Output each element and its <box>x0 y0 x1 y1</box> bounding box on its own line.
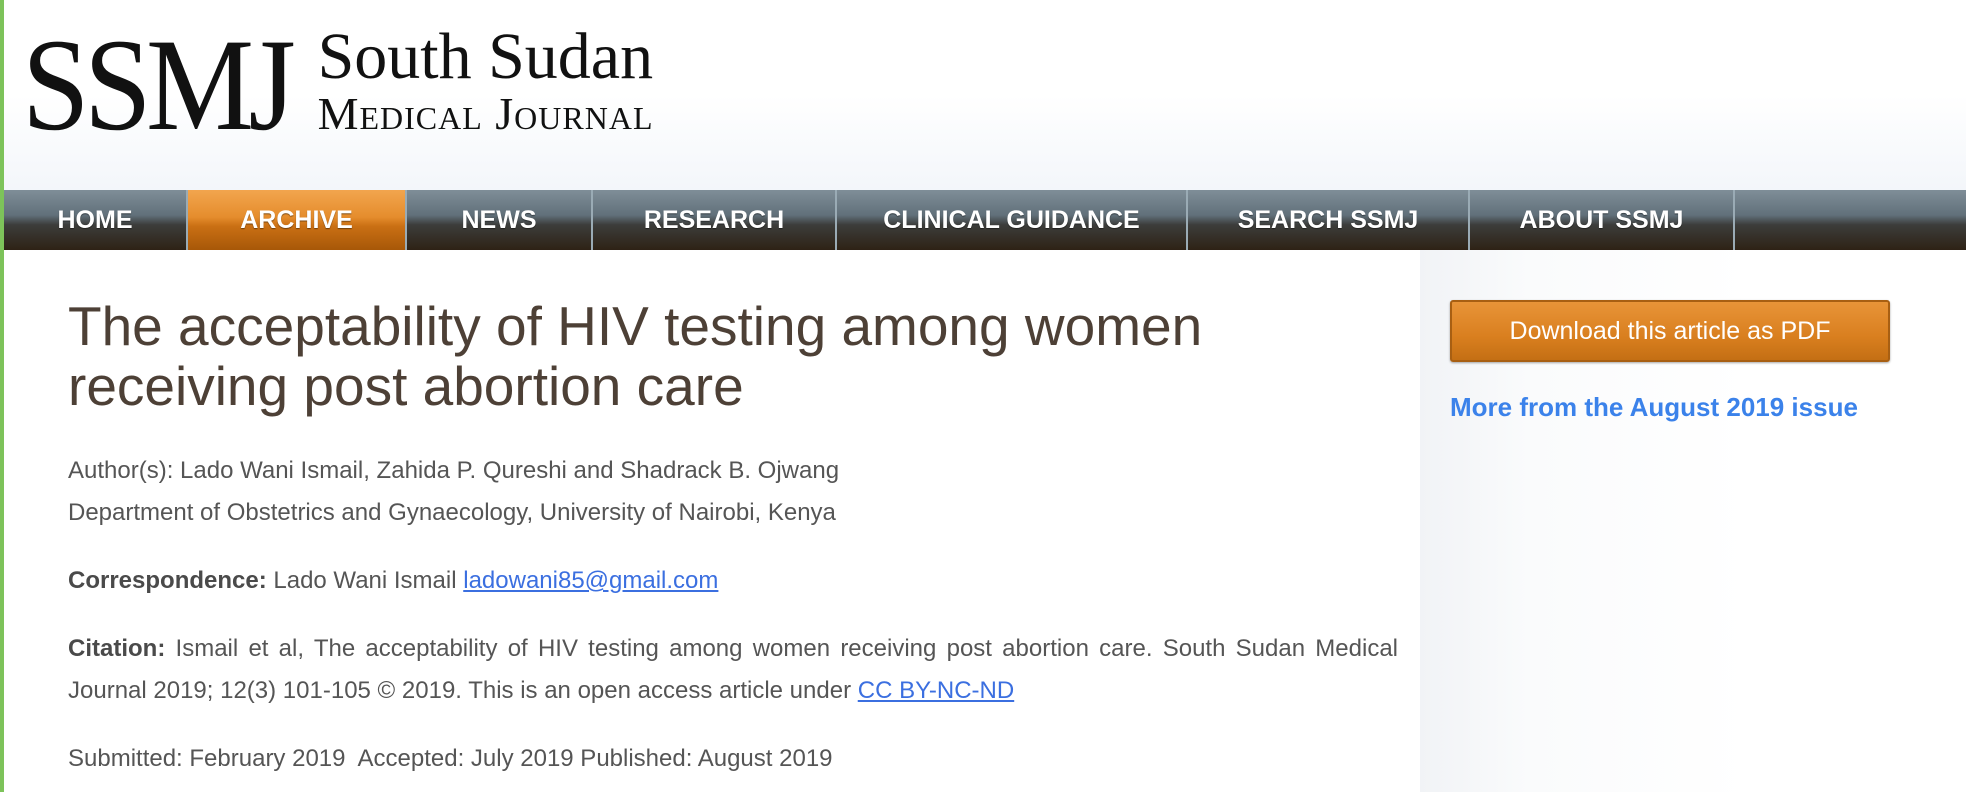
article-citation: Citation: Ismail et al, The acceptabilit… <box>68 628 1398 712</box>
nav-news-label: NEWS <box>461 205 537 234</box>
logo-text: South Sudan Medical Journal <box>317 19 654 139</box>
nav-research[interactable]: RESEARCH <box>593 190 837 250</box>
nav-home-label: HOME <box>57 205 133 234</box>
logo-line-2: Medical Journal <box>317 87 654 139</box>
citation-label: Citation: <box>68 635 166 662</box>
journal-logo[interactable]: SSMJ South Sudan Medical Journal <box>22 10 654 160</box>
nav-about-ssmj[interactable]: ABOUT SSMJ <box>1470 190 1735 250</box>
more-from-issue-link[interactable]: More from the August 2019 issue <box>1450 392 1858 423</box>
nav-home[interactable]: HOME <box>4 190 188 250</box>
main-nav: HOME ARCHIVE NEWS RESEARCH CLINICAL GUID… <box>4 190 1966 250</box>
article-authors: Author(s): Lado Wani Ismail, Zahida P. Q… <box>68 457 840 484</box>
article-department: Department of Obstetrics and Gynaecology… <box>68 499 836 526</box>
article-title: The acceptability of HIV testing among w… <box>68 295 1203 417</box>
nav-search-ssmj-label: SEARCH SSMJ <box>1237 205 1419 234</box>
nav-search-ssmj[interactable]: SEARCH SSMJ <box>1188 190 1470 250</box>
article-sidebar: Download this article as PDF More from t… <box>1420 250 1966 792</box>
nav-archive-label: ARCHIVE <box>240 205 353 234</box>
nav-clinical-guidance-label: CLINICAL GUIDANCE <box>883 205 1140 234</box>
correspondence-name: Lado Wani Ismail <box>266 567 464 594</box>
site-header: SSMJ South Sudan Medical Journal <box>4 0 1966 190</box>
correspondence-email-link[interactable]: ladowani85@gmail.com <box>463 567 718 594</box>
logo-line-1: South Sudan <box>317 19 654 93</box>
nav-clinical-guidance[interactable]: CLINICAL GUIDANCE <box>837 190 1188 250</box>
nav-archive[interactable]: ARCHIVE <box>188 190 407 250</box>
nav-research-label: RESEARCH <box>643 205 785 234</box>
page: SSMJ South Sudan Medical Journal HOME AR… <box>0 0 1966 792</box>
article-dates: Submitted: February 2019 Accepted: July … <box>68 745 833 772</box>
nav-about-ssmj-label: ABOUT SSMJ <box>1519 205 1684 234</box>
license-link[interactable]: CC BY-NC-ND <box>858 677 1014 704</box>
download-pdf-button[interactable]: Download this article as PDF <box>1450 300 1890 362</box>
correspondence-label: Correspondence: <box>68 567 267 594</box>
citation-text: Ismail et al, The acceptability of HIV t… <box>68 635 1398 704</box>
nav-news[interactable]: NEWS <box>407 190 593 250</box>
article-correspondence: Correspondence: Lado Wani Ismail ladowan… <box>68 560 1398 602</box>
logo-mark: SSMJ <box>22 11 296 158</box>
article-content: The acceptability of HIV testing among w… <box>4 250 1420 792</box>
